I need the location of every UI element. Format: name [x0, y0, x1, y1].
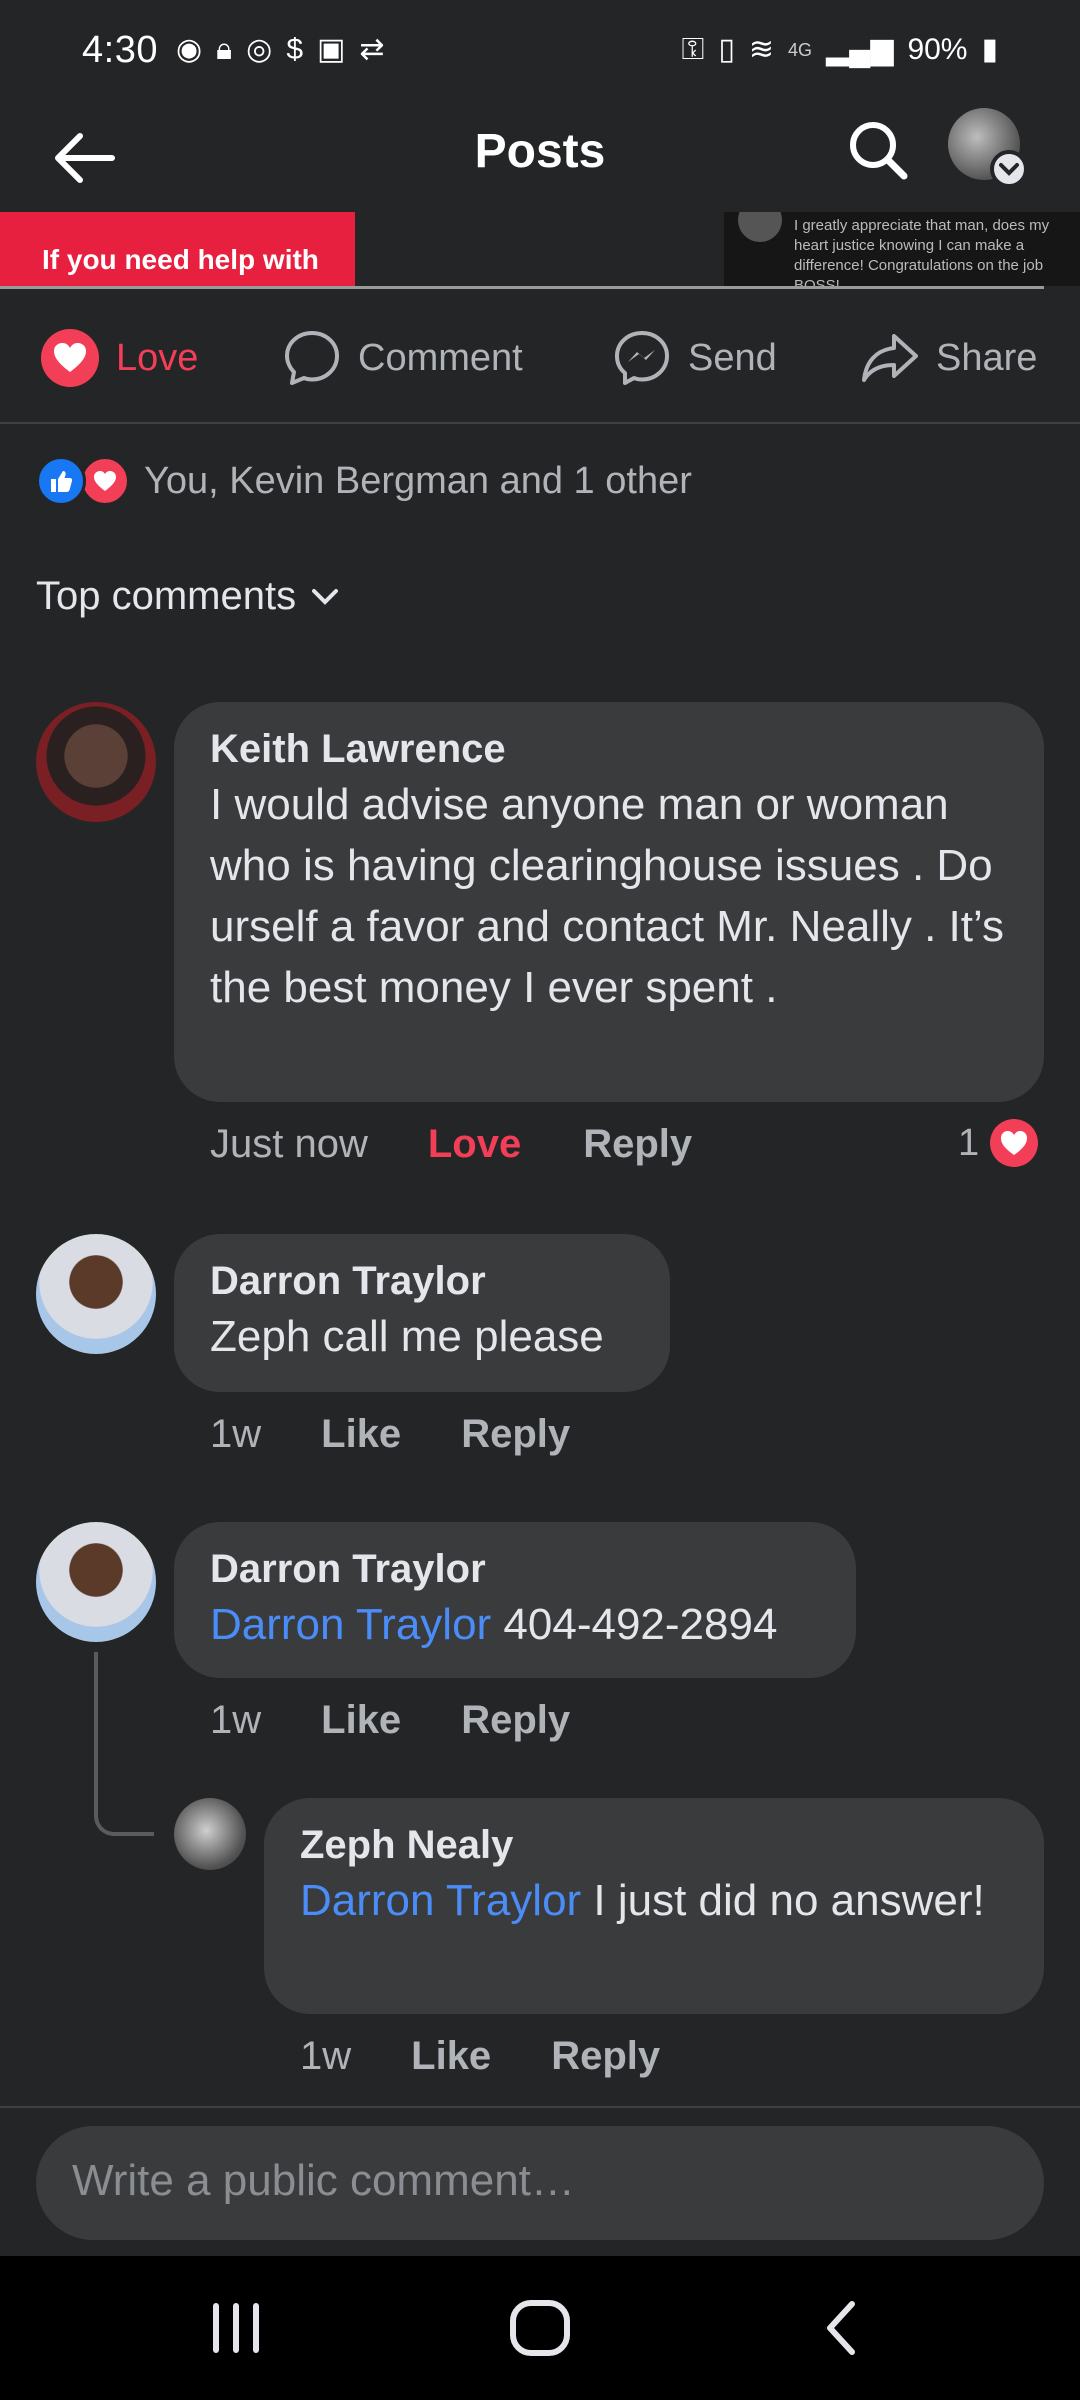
- heart-icon: [990, 1119, 1039, 1167]
- comment-bubble[interactable]: Darron Traylor Zeph call me please: [174, 1234, 670, 1392]
- status-time: 4:30: [82, 28, 158, 71]
- network-type: 4G: [788, 40, 813, 60]
- comment-label: Comment: [358, 336, 523, 379]
- preview-divider: [0, 286, 1044, 289]
- love-reaction-button[interactable]: Love: [428, 1122, 521, 1167]
- comment-reaction-count[interactable]: 1: [958, 1118, 1039, 1168]
- instagram-icon: ◎: [246, 33, 273, 66]
- comment-time[interactable]: 1w: [210, 1698, 261, 1743]
- gallery-icon: ▣: [317, 33, 346, 66]
- love-label: Love: [116, 336, 199, 379]
- vpn-key-icon: ⚿: [681, 33, 705, 66]
- post-actions: Love Comment Send Share: [0, 300, 1080, 412]
- comment-meta: 1w Like Reply: [210, 1698, 570, 1743]
- comment-text-body: I just did no answer!: [581, 1876, 985, 1925]
- like-button[interactable]: Like: [321, 1698, 401, 1743]
- comment-text: Zeph call me please: [210, 1312, 604, 1361]
- like-button[interactable]: Like: [321, 1412, 401, 1457]
- comment-meta: 1w Like Reply: [210, 1412, 570, 1457]
- actions-divider: [0, 422, 1080, 424]
- send-label: Send: [688, 336, 777, 379]
- signal-icon: ▂▄▆: [826, 33, 894, 66]
- comment-time[interactable]: 1w: [210, 1412, 261, 1457]
- reply-button[interactable]: Reply: [461, 1412, 570, 1457]
- heart-icon: [41, 329, 99, 387]
- like-reaction-icon: [36, 456, 86, 506]
- comment-composer-bar: Write a public comment…: [0, 2106, 1080, 2256]
- chevron-left-icon: [827, 2301, 855, 2355]
- comment-author[interactable]: Zeph Nealy: [300, 1820, 1008, 1870]
- messenger-icon: ◉: [175, 33, 203, 66]
- post-image-left: If you need help with: [0, 212, 355, 286]
- love-button[interactable]: Love: [40, 328, 198, 388]
- reply-thread-line: [94, 1652, 154, 1836]
- post-preview[interactable]: If you need help with I greatly apprecia…: [0, 212, 1080, 286]
- sort-comments-dropdown[interactable]: Top comments: [36, 574, 340, 619]
- back-nav-button[interactable]: [802, 2296, 882, 2360]
- reactions-summary[interactable]: You, Kevin Bergman and 1 other: [36, 456, 692, 506]
- mention-link[interactable]: Darron Traylor: [300, 1876, 581, 1925]
- share-button[interactable]: Share: [860, 328, 1037, 388]
- reply-button[interactable]: Reply: [551, 2034, 660, 2079]
- recent-apps-button[interactable]: [196, 2296, 276, 2360]
- comment-meta: Just now Love Reply: [210, 1122, 692, 1167]
- comment-author[interactable]: Keith Lawrence: [210, 724, 1008, 774]
- comment-bubble[interactable]: Keith Lawrence I would advise anyone man…: [174, 702, 1044, 1102]
- status-bar: 4:30 ◉ 🔒︎ ◎ $ ▣ ⇄ ⚿ ▯ ≋ 4G ▂▄▆ 90% ▮: [0, 0, 1080, 100]
- home-button[interactable]: [500, 2296, 580, 2360]
- messenger-icon: [615, 331, 669, 385]
- comment-text: Darron Traylor I just did no answer!: [300, 1870, 1008, 1931]
- send-button[interactable]: Send: [612, 328, 777, 388]
- comment-author[interactable]: Darron Traylor: [210, 1544, 820, 1594]
- comment-meta: 1w Like Reply: [300, 2034, 660, 2079]
- comment-icon: [285, 331, 339, 385]
- comment-bubble[interactable]: Darron Traylor Darron Traylor 404-492-28…: [174, 1522, 856, 1678]
- mention-link[interactable]: Darron Traylor: [210, 1600, 491, 1649]
- comment-time[interactable]: 1w: [300, 2034, 351, 2079]
- comment-button[interactable]: Comment: [282, 328, 523, 388]
- search-icon: [850, 122, 908, 180]
- share-icon: [862, 334, 918, 382]
- recent-apps-icon: [213, 2303, 259, 2353]
- avatar[interactable]: [36, 702, 156, 822]
- avatar[interactable]: [36, 1522, 156, 1642]
- cashapp-icon: $: [286, 33, 303, 66]
- notification-icons: ◉ 🔒︎ ◎ $ ▣ ⇄: [176, 35, 385, 65]
- battery-icon: ▮: [981, 33, 998, 66]
- reply-button[interactable]: Reply: [583, 1122, 692, 1167]
- header: Posts: [0, 100, 1080, 210]
- comment-input[interactable]: Write a public comment…: [36, 2126, 1044, 2240]
- page-title: Posts: [474, 125, 606, 178]
- preview-avatar: [738, 212, 782, 242]
- avatar[interactable]: [36, 1234, 156, 1354]
- comment-text: Darron Traylor 404-492-2894: [210, 1594, 820, 1655]
- lock-notification-icon: 🔒︎: [216, 33, 233, 66]
- home-icon: [510, 2300, 570, 2356]
- chevron-down-icon: [312, 588, 339, 605]
- battery-level: 90%: [907, 33, 968, 66]
- chevron-down-icon[interactable]: [990, 150, 1028, 188]
- share-label: Share: [936, 336, 1038, 379]
- reaction-count: 1: [958, 1121, 980, 1164]
- comment-time[interactable]: Just now: [210, 1122, 368, 1167]
- avatar[interactable]: [174, 1798, 246, 1870]
- love-reaction-icon: [80, 456, 130, 506]
- preview-text: I greatly appreciate that man, does my h…: [794, 217, 1050, 286]
- comment-text-body: 404-492-2894: [491, 1600, 778, 1649]
- reply-button[interactable]: Reply: [461, 1698, 570, 1743]
- battery-saver-icon: ▯: [718, 33, 735, 66]
- comment-text: I would advise anyone man or woman who i…: [210, 780, 1004, 1012]
- sort-label: Top comments: [36, 574, 297, 618]
- system-icons: ⚿ ▯ ≋ 4G ▂▄▆ 90% ▮: [682, 35, 998, 65]
- like-button[interactable]: Like: [411, 2034, 491, 2079]
- system-nav-bar: [0, 2256, 1080, 2400]
- search-button[interactable]: [838, 110, 918, 190]
- link-icon: ⇄: [359, 33, 385, 66]
- reply-bubble[interactable]: Zeph Nealy Darron Traylor I just did no …: [264, 1798, 1044, 2014]
- comment-author[interactable]: Darron Traylor: [210, 1256, 634, 1306]
- wifi-icon: ≋: [748, 33, 775, 66]
- post-image-right: I greatly appreciate that man, does my h…: [724, 212, 1080, 286]
- reactions-text: You, Kevin Bergman and 1 other: [144, 459, 692, 502]
